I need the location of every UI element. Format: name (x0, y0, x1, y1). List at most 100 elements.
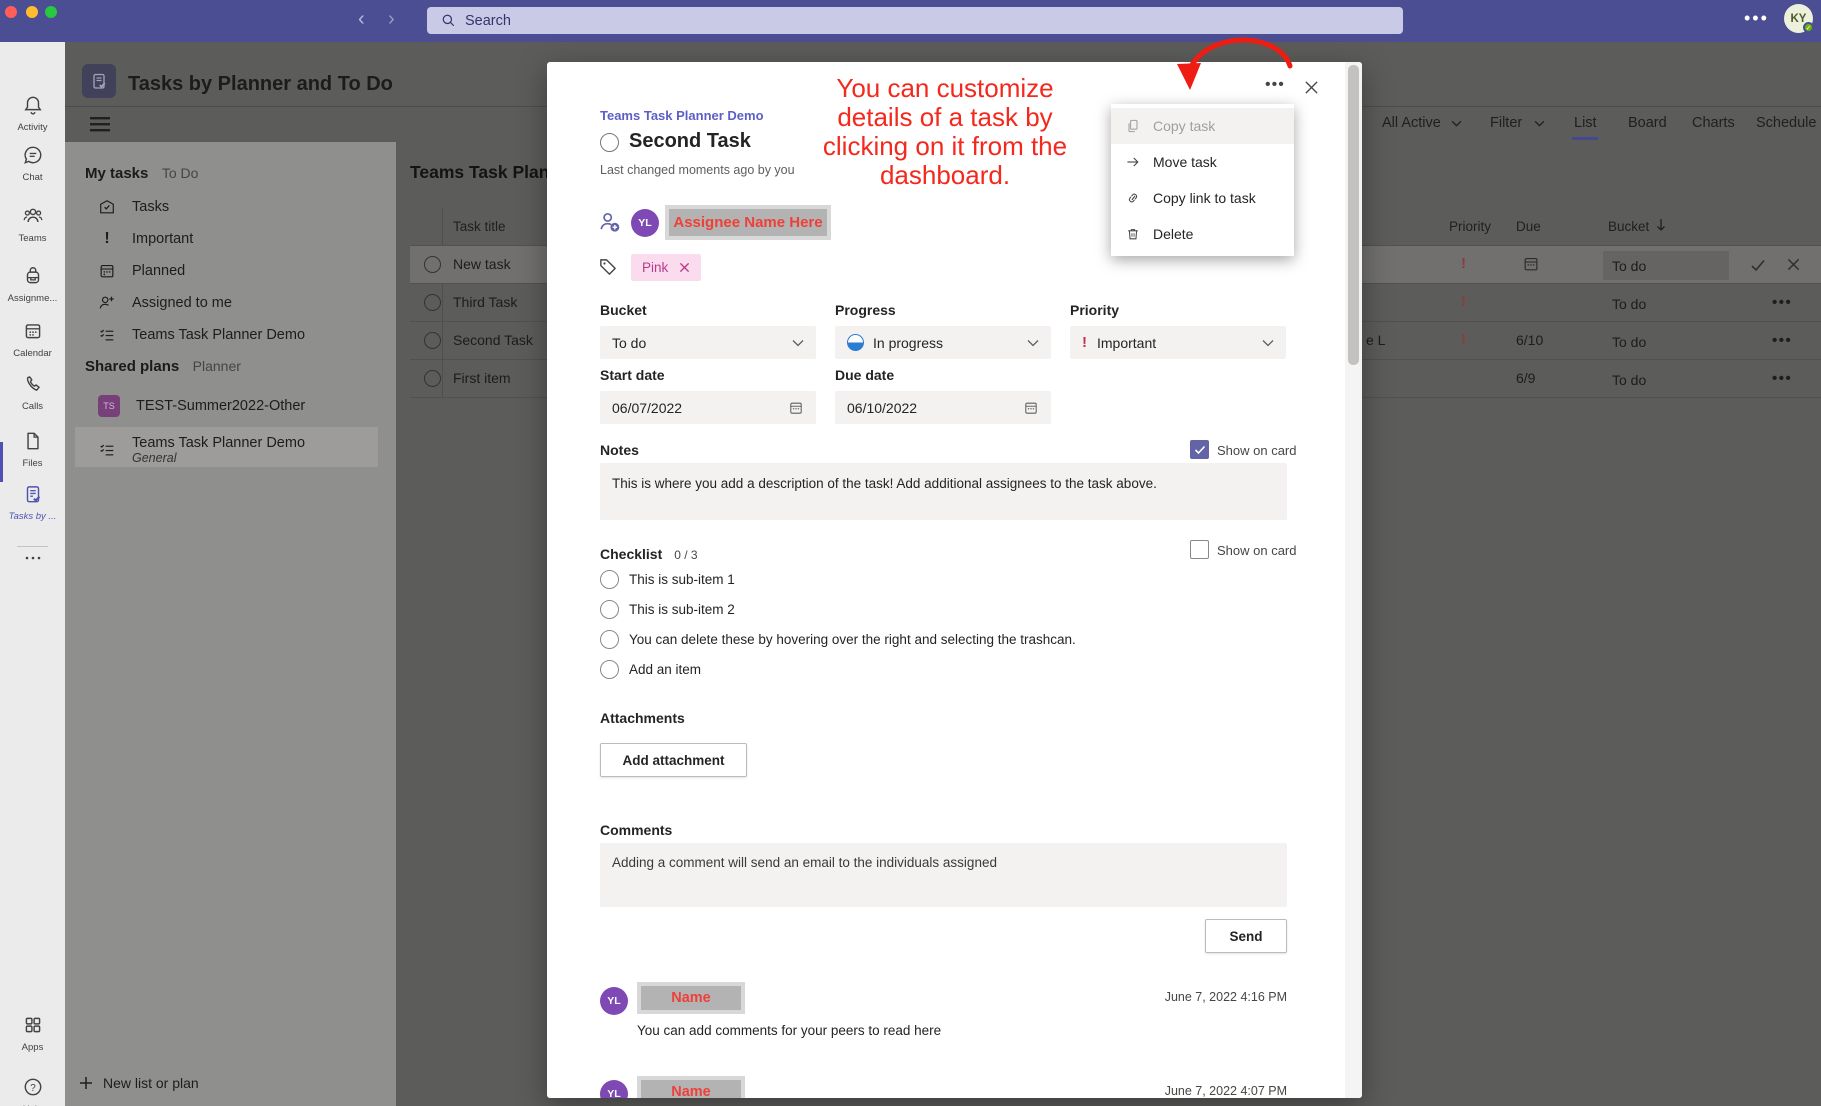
rail-item-calls[interactable]: Calls (0, 373, 65, 412)
bucket-dropdown[interactable]: To do (600, 326, 816, 359)
rail-item-tasks[interactable]: Tasks by ... (0, 483, 65, 522)
rail-item-teams[interactable]: Teams (0, 205, 65, 244)
sidebar-item-tasks[interactable]: Tasks (98, 198, 169, 216)
complete-circle[interactable] (424, 294, 441, 311)
zoom-window-button[interactable] (45, 6, 57, 18)
add-attachment-button[interactable]: Add attachment (600, 743, 747, 777)
checklist-icon (98, 441, 116, 459)
scrollbar-thumb[interactable] (1348, 65, 1359, 365)
send-button[interactable]: Send (1205, 919, 1287, 953)
file-icon (22, 430, 44, 452)
assignee-name-box[interactable]: Assignee Name Here (665, 205, 831, 240)
svg-text:?: ? (30, 1083, 36, 1094)
rail-item-activity[interactable]: Activity (0, 94, 65, 133)
col-bucket[interactable]: Bucket (1608, 219, 1649, 234)
row-more-icon[interactable]: ••• (1772, 332, 1792, 349)
task-title[interactable]: Second Task (453, 332, 533, 348)
forward-icon[interactable]: › (388, 8, 395, 31)
row-more-icon[interactable]: ••• (1772, 370, 1792, 387)
checklist-item[interactable]: This is sub-item 1 (629, 572, 735, 587)
complete-circle[interactable] (424, 332, 441, 349)
complete-circle[interactable] (424, 370, 441, 387)
close-window-button[interactable] (5, 6, 17, 18)
hamburger-icon[interactable] (90, 116, 110, 137)
plan-sublabel: General (132, 451, 305, 465)
checklist-item[interactable]: You can delete these by hovering over th… (629, 632, 1076, 647)
menu-item-delete[interactable]: Delete (1111, 216, 1294, 252)
remove-tag-icon[interactable] (679, 262, 690, 273)
all-active-dropdown[interactable]: All Active (1382, 115, 1462, 131)
due-value[interactable]: 6/9 (1516, 370, 1535, 386)
rail-more-icon[interactable] (0, 550, 65, 568)
cancel-icon[interactable] (1786, 257, 1801, 272)
col-task-title[interactable]: Task title (453, 219, 506, 234)
tab-schedule[interactable]: Schedule (1756, 115, 1816, 131)
rail-item-help[interactable]: ? Help (0, 1076, 65, 1106)
new-list-button[interactable]: New list or plan (79, 1075, 199, 1091)
checklist-item-circle[interactable] (600, 660, 619, 679)
confirm-icon[interactable] (1750, 257, 1766, 273)
checklist-item-circle[interactable] (600, 600, 619, 619)
sidebar-item-test-summer[interactable]: TS TEST-Summer2022-Other (98, 395, 305, 417)
rail-item-apps[interactable]: Apps (0, 1014, 65, 1053)
rail-item-chat[interactable]: Chat (0, 144, 65, 183)
breadcrumb[interactable]: Teams Task Planner Demo (600, 108, 764, 123)
sidebar-item-planner-demo[interactable]: Teams Task Planner Demo (98, 326, 305, 344)
assignee-avatar[interactable]: YL (631, 209, 659, 237)
due-value[interactable]: 6/10 (1516, 332, 1543, 348)
col-priority[interactable]: Priority (1449, 219, 1491, 234)
minimize-window-button[interactable] (26, 6, 38, 18)
checklist-item[interactable]: This is sub-item 2 (629, 602, 735, 617)
priority-dropdown[interactable]: ! Important (1070, 326, 1286, 359)
rail-item-assignments[interactable]: Assignme... (0, 265, 65, 304)
comment-input[interactable]: Adding a comment will send an email to t… (600, 843, 1287, 907)
row-more-icon[interactable]: ••• (1772, 294, 1792, 311)
bucket-value[interactable]: To do (1612, 372, 1646, 388)
bucket-value[interactable]: To do (1612, 334, 1646, 350)
task-title[interactable]: First item (453, 370, 511, 386)
task-title[interactable]: Third Task (453, 294, 517, 310)
bucket-value[interactable]: To do (1612, 258, 1646, 274)
task-title[interactable]: Second Task (629, 130, 751, 153)
start-date-input[interactable]: 06/07/2022 (600, 391, 816, 424)
due-date-input[interactable]: 06/10/2022 (835, 391, 1051, 424)
title-bar: ‹ › Search ••• KY ✓ (0, 0, 1821, 42)
priority-label: Priority (1070, 302, 1119, 318)
notes-show-on-card-checkbox[interactable] (1190, 440, 1209, 459)
checklist-add-item[interactable]: Add an item (629, 662, 701, 677)
tag-pill[interactable]: Pink (631, 254, 701, 281)
due-date-icon[interactable] (1522, 255, 1540, 273)
bucket-label: Bucket (600, 302, 647, 318)
col-due[interactable]: Due (1516, 219, 1541, 234)
back-icon[interactable]: ‹ (358, 8, 365, 31)
assignee-fragment: e L (1366, 332, 1385, 348)
checklist-item-circle[interactable] (600, 570, 619, 589)
checklist-item-circle[interactable] (600, 630, 619, 649)
chevron-down-icon (1451, 120, 1462, 127)
notes-input[interactable]: This is where you add a description of t… (600, 463, 1287, 520)
sidebar-selected-content[interactable]: Teams Task Planner Demo General (98, 435, 305, 465)
checklist-show-on-card-checkbox[interactable] (1190, 540, 1209, 559)
tag-icon[interactable] (597, 256, 619, 278)
progress-dropdown[interactable]: In progress (835, 326, 1051, 359)
bucket-value[interactable]: To do (1612, 296, 1646, 312)
comment-author-box: Name (637, 1076, 745, 1098)
complete-circle[interactable] (424, 256, 441, 273)
task-title[interactable]: New task (453, 256, 511, 272)
tab-board[interactable]: Board (1628, 115, 1667, 131)
my-tasks-header: My tasks To Do (85, 165, 198, 183)
check-icon (1194, 445, 1206, 455)
tab-charts[interactable]: Charts (1692, 115, 1735, 131)
tab-list[interactable]: List (1574, 115, 1597, 131)
chat-icon (22, 144, 44, 166)
titlebar-more-icon[interactable]: ••• (1744, 8, 1769, 29)
sidebar-item-assigned-to-me[interactable]: Assigned to me (98, 294, 232, 312)
plus-icon (79, 1076, 93, 1090)
sidebar-item-planned[interactable]: Planned (98, 262, 185, 280)
filter-dropdown[interactable]: Filter (1490, 115, 1545, 131)
rail-item-calendar[interactable]: Calendar (0, 320, 65, 359)
sidebar-item-important[interactable]: ! Important (98, 230, 193, 248)
rail-item-files[interactable]: Files (0, 430, 65, 469)
complete-circle[interactable] (600, 133, 619, 152)
add-assignee-icon[interactable] (596, 209, 622, 235)
